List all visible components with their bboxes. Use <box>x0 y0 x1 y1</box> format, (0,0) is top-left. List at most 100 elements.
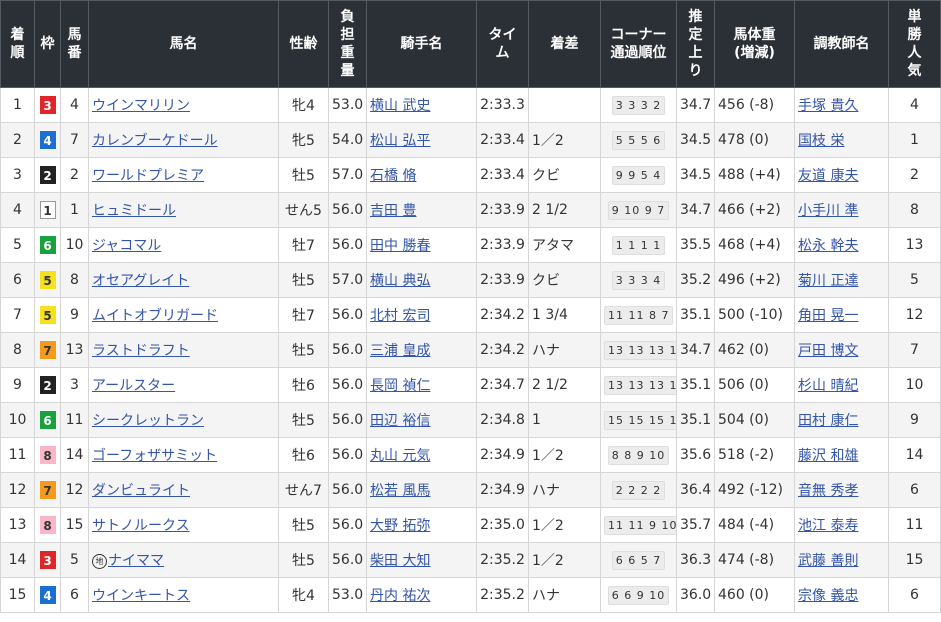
body-weight-cell: 462 (0) <box>714 332 795 368</box>
trainer-link[interactable]: 杉山 晴紀 <box>798 378 858 394</box>
popularity-cell: 8 <box>888 192 941 228</box>
jockey-link[interactable]: 横山 武史 <box>370 98 430 114</box>
horse-name-link[interactable]: ウインマリリン <box>92 98 190 114</box>
last3f-cell: 36.3 <box>676 542 715 578</box>
jockey-link[interactable]: 田辺 裕信 <box>370 413 430 429</box>
trainer-link[interactable]: 手塚 貴久 <box>798 98 858 114</box>
jockey-link[interactable]: 田中 勝春 <box>370 238 430 254</box>
waku-cell: 8 <box>34 437 61 473</box>
last3f-cell: 34.7 <box>676 87 715 123</box>
horse-name-link[interactable]: ジャコマル <box>92 238 161 254</box>
jockey-link[interactable]: 横山 典弘 <box>370 273 430 289</box>
header-waku: 枠 <box>34 0 61 88</box>
trainer-link[interactable]: 宗像 義忠 <box>798 588 858 604</box>
horse-name-link[interactable]: ヒュミドール <box>92 203 176 219</box>
horse-name-link[interactable]: ダンビュライト <box>92 483 190 499</box>
last3f-cell: 34.7 <box>676 192 715 228</box>
trainer-link[interactable]: 音無 秀孝 <box>798 483 858 499</box>
horse-name-link[interactable]: シークレットラン <box>92 413 204 429</box>
trainer-link[interactable]: 松永 幹夫 <box>798 238 858 254</box>
horse-cell: ムイトオブリガード <box>88 297 279 333</box>
corner-cell: 11 11 8 7 <box>600 297 677 333</box>
margin-cell: ハナ <box>528 332 601 368</box>
corner-passing-order: 9 10 9 7 <box>607 200 670 220</box>
jockey-link[interactable]: 北村 宏司 <box>370 308 430 324</box>
trainer-link[interactable]: 角田 晃一 <box>798 308 858 324</box>
margin-cell <box>528 87 601 123</box>
waku-badge: 8 <box>39 446 56 464</box>
sex-age-cell: 牝5 <box>278 122 329 158</box>
jockey-link[interactable]: 松若 風馬 <box>370 483 430 499</box>
header-trainer: 調教師名 <box>794 0 889 88</box>
horse-name-link[interactable]: ゴーフォザサミット <box>92 448 217 464</box>
trainer-link[interactable]: 国枝 栄 <box>798 133 844 149</box>
waku-badge: 5 <box>39 306 56 324</box>
jockey-link[interactable]: 三浦 皇成 <box>370 343 430 359</box>
popularity-cell: 14 <box>888 437 941 473</box>
jockey-link[interactable]: 丸山 元気 <box>370 448 430 464</box>
jockey-link[interactable]: 丹内 祐次 <box>370 588 430 604</box>
waku-cell: 3 <box>34 542 61 578</box>
weight-cell: 57.0 <box>328 262 367 298</box>
horse-name-link[interactable]: アールスター <box>92 378 175 394</box>
header-bw-line1: 馬体重 <box>733 27 776 43</box>
corner-cell: 5 5 5 6 <box>600 122 677 158</box>
horse-name-link[interactable]: ワールドプレミア <box>92 168 204 184</box>
jockey-cell: 松山 弘平 <box>366 122 477 158</box>
trainer-link[interactable]: 武藤 善則 <box>798 553 858 569</box>
corner-passing-order: 13 13 13 14 <box>604 340 676 360</box>
jockey-cell: 長岡 禎仁 <box>366 367 477 403</box>
horse-name-link[interactable]: ナイママ <box>108 553 164 569</box>
umaban-cell: 1 <box>60 192 89 228</box>
horse-name-link[interactable]: オセアグレイト <box>92 273 189 289</box>
jockey-link[interactable]: 長岡 禎仁 <box>370 378 430 394</box>
table-row: 15 4 6 ウインキートス 牝4 53.0 丹内 祐次 2:35.2 ハナ 6 6 9 10 36… <box>0 577 941 613</box>
rank-cell: 14 <box>0 542 35 578</box>
horse-name-link[interactable]: カレンブーケドール <box>92 133 218 149</box>
trainer-link[interactable]: 田村 康仁 <box>798 413 858 429</box>
trainer-link[interactable]: 藤沢 和雄 <box>798 448 858 464</box>
trainer-link[interactable]: 池江 泰寿 <box>798 518 858 534</box>
popularity-cell: 10 <box>888 367 941 403</box>
rank-cell: 13 <box>0 507 35 543</box>
last3f-cell: 36.0 <box>676 577 715 613</box>
jockey-link[interactable]: 吉田 豊 <box>370 203 416 219</box>
body-weight-cell: 474 (-8) <box>714 542 795 578</box>
horse-name-link[interactable]: ラストドラフト <box>92 343 190 359</box>
popularity-cell: 12 <box>888 297 941 333</box>
body-weight-cell: 488 (+4) <box>714 157 795 193</box>
header-corner: コーナー 通過順位 <box>600 0 677 88</box>
jockey-cell: 大野 拓弥 <box>366 507 477 543</box>
waku-badge: 2 <box>39 376 56 394</box>
horse-name-link[interactable]: ムイトオブリガード <box>92 308 218 324</box>
horse-cell: オセアグレイト <box>88 262 279 298</box>
trainer-link[interactable]: 友道 康夫 <box>798 168 858 184</box>
trainer-link[interactable]: 戸田 博文 <box>798 343 858 359</box>
sex-age-cell: 牡5 <box>278 332 329 368</box>
horse-name-link[interactable]: ウインキートス <box>92 588 190 604</box>
header-time: タイム <box>476 0 529 88</box>
jockey-cell: 田中 勝春 <box>366 227 477 263</box>
waku-cell: 7 <box>34 332 61 368</box>
horse-cell: シークレットラン <box>88 402 279 438</box>
horse-name-link[interactable]: サトノルークス <box>92 518 190 534</box>
trainer-cell: 菊川 正達 <box>794 262 889 298</box>
time-cell: 2:35.2 <box>476 577 529 613</box>
waku-badge: 2 <box>39 166 56 184</box>
popularity-cell: 13 <box>888 227 941 263</box>
jockey-link[interactable]: 大野 拓弥 <box>370 518 430 534</box>
last3f-cell: 35.1 <box>676 402 715 438</box>
corner-cell: 1 1 1 1 <box>600 227 677 263</box>
trainer-cell: 小手川 準 <box>794 192 889 228</box>
jockey-link[interactable]: 柴田 大知 <box>370 553 430 569</box>
popularity-cell: 2 <box>888 157 941 193</box>
corner-passing-order: 11 11 9 10 <box>604 515 676 535</box>
trainer-link[interactable]: 小手川 準 <box>798 203 858 219</box>
popularity-cell: 9 <box>888 402 941 438</box>
jockey-link[interactable]: 石橋 脩 <box>370 168 416 184</box>
margin-cell: 1 <box>528 402 601 438</box>
sex-age-cell: 牡5 <box>278 542 329 578</box>
trainer-link[interactable]: 菊川 正達 <box>798 273 858 289</box>
jockey-link[interactable]: 松山 弘平 <box>370 133 430 149</box>
waku-cell: 2 <box>34 157 61 193</box>
